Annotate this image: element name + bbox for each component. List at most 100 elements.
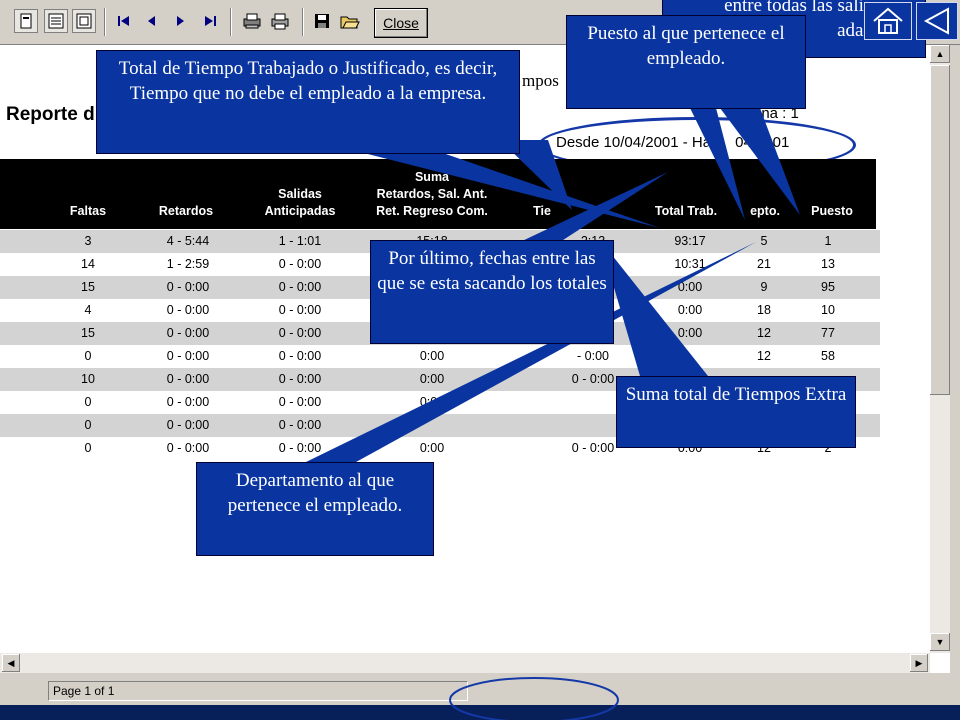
- cell-retardos: 1 - 2:59: [166, 257, 210, 271]
- toolbar-separator: [302, 8, 304, 36]
- zoom-icon[interactable]: [72, 9, 96, 33]
- cell-total-trab: 10:31: [674, 257, 706, 271]
- multi-page-icon[interactable]: [44, 9, 68, 33]
- header-tiempo-extra: Tie: [533, 204, 551, 218]
- cell-retardos: 4 - 5:44: [166, 234, 210, 248]
- cell-salidas: 0 - 0:00: [278, 303, 322, 317]
- cell-salidas: 0 - 0:00: [278, 280, 322, 294]
- cell-total-trab: 0:00: [677, 303, 703, 317]
- slide-bottom-bar: [0, 705, 960, 720]
- cell-salidas: 0 - 0:00: [278, 418, 322, 432]
- cell-total-trab: 0:00: [677, 280, 703, 294]
- cell-retardos: 0 - 0:00: [166, 349, 210, 363]
- report-title: Reporte d: [6, 104, 95, 125]
- header-suma: Suma Retardos, Sal. Ant. Ret. Regreso Co…: [362, 169, 502, 220]
- cell-faltas: 0: [84, 441, 92, 455]
- header-salidas: Salidas Anticipadas: [248, 186, 352, 220]
- print-setup-icon[interactable]: [240, 9, 264, 33]
- callout-fechas: Por último, fechas entre las que se esta…: [370, 240, 614, 344]
- cell-salidas: 0 - 0:00: [278, 372, 322, 386]
- next-page-icon[interactable]: [168, 9, 192, 33]
- header-retardos: Retardos: [158, 204, 214, 218]
- cell-faltas: 0: [84, 395, 92, 409]
- cell-faltas: 3: [84, 234, 92, 248]
- cell-retardos: 0 - 0:00: [166, 441, 210, 455]
- cell-suma: 0:00: [419, 349, 445, 363]
- cell-tiempo-extra: - 0:00: [577, 349, 609, 363]
- header-salidas-line-1: Salidas: [278, 187, 322, 201]
- save-icon[interactable]: [310, 9, 334, 33]
- cell-total-trab: 0:00: [677, 326, 703, 340]
- cell-salidas: 0 - 0:00: [278, 441, 322, 455]
- prev-page-icon[interactable]: [140, 9, 164, 33]
- cell-retardos: 0 - 0:00: [166, 372, 210, 386]
- home-icon: [873, 7, 903, 34]
- cell-suma: 0:00: [419, 395, 445, 409]
- callout-puesto: Puesto al que pertenece el empleado.: [566, 15, 806, 109]
- header-puesto: Puesto: [811, 204, 853, 218]
- cell-depto: 18: [757, 303, 771, 317]
- open-icon[interactable]: [338, 9, 362, 33]
- cell-salidas: 0 - 0:00: [278, 257, 322, 271]
- cell-retardos: 0 - 0:00: [166, 418, 210, 432]
- header-suma-line-2: Retardos, Sal. Ant.: [376, 187, 488, 201]
- cell-depto: 12: [757, 349, 771, 363]
- scroll-right-icon[interactable]: ▶: [910, 654, 928, 672]
- cell-puesto: 1: [824, 234, 832, 248]
- vertical-scroll-thumb[interactable]: [930, 65, 950, 395]
- horizontal-scrollbar[interactable]: ◀ ▶: [0, 653, 930, 673]
- cell-salidas: 1 - 1:01: [278, 234, 322, 248]
- single-page-icon[interactable]: [14, 9, 38, 33]
- tiempos-fragment: mpos: [522, 71, 559, 90]
- cell-suma: 0:00: [419, 441, 445, 455]
- cell-total-trab: 93:17: [674, 234, 706, 248]
- cell-puesto: 77: [821, 326, 835, 340]
- first-page-icon[interactable]: [112, 9, 136, 33]
- cell-depto: 21: [757, 257, 771, 271]
- cell-faltas: 15: [81, 280, 95, 294]
- cell-retardos: 0 - 0:00: [166, 303, 210, 317]
- header-faltas: Faltas: [69, 204, 107, 218]
- toolbar-separator: [230, 8, 232, 36]
- cell-salidas: 0 - 0:00: [278, 349, 322, 363]
- vertical-scrollbar[interactable]: ▲ ▼: [930, 45, 950, 653]
- cell-depto: 12: [757, 326, 771, 340]
- print-icon[interactable]: [268, 9, 292, 33]
- cell-faltas: 0: [84, 349, 92, 363]
- table-header: Faltas Retardos Salidas Anticipadas Suma…: [0, 159, 876, 229]
- cell-faltas: 14: [81, 257, 95, 271]
- header-total-trab: Total Trab.: [654, 204, 718, 218]
- window-edge: [950, 45, 960, 705]
- header-depto: epto.: [750, 204, 780, 218]
- cell-retardos: 0 - 0:00: [166, 326, 210, 340]
- callout-departamento: Departamento al que pertenece el emplead…: [196, 462, 434, 556]
- cell-retardos: 0 - 0:00: [166, 280, 210, 294]
- scroll-left-icon[interactable]: ◀: [2, 654, 20, 672]
- table-row: 0 0 - 0:00 0 - 0:00 0:00 - 0:00 12 58: [0, 345, 880, 368]
- status-bar: Page 1 of 1: [0, 673, 960, 705]
- cell-puesto: 95: [821, 280, 835, 294]
- cell-puesto: 58: [821, 349, 835, 363]
- header-salidas-line-2: Anticipadas: [264, 204, 336, 218]
- cell-faltas: 4: [84, 303, 92, 317]
- cell-depto: 5: [760, 234, 768, 248]
- cell-faltas: 0: [84, 418, 92, 432]
- cell-suma: 0:00: [419, 372, 445, 386]
- cell-salidas: 0 - 0:00: [278, 395, 322, 409]
- header-suma-line-3: Ret. Regreso Com.: [376, 204, 488, 218]
- report-viewer-slide: Close Reporte d mpos ina : 1 Desde 10/04…: [0, 0, 960, 720]
- last-page-icon[interactable]: [198, 9, 222, 33]
- cell-salidas: 0 - 0:00: [278, 326, 322, 340]
- cell-puesto: 13: [821, 257, 835, 271]
- home-button[interactable]: [864, 2, 912, 40]
- back-button[interactable]: [916, 2, 958, 40]
- scroll-down-icon[interactable]: ▼: [930, 633, 950, 651]
- page-status: Page 1 of 1: [48, 681, 468, 701]
- close-button[interactable]: Close: [374, 8, 428, 38]
- cell-retardos: 0 - 0:00: [166, 395, 210, 409]
- back-triangle-icon: [923, 7, 949, 35]
- scroll-up-icon[interactable]: ▲: [930, 45, 950, 63]
- cell-depto: 9: [760, 280, 768, 294]
- cell-faltas: 15: [81, 326, 95, 340]
- callout-tiempos-extra: Suma total de Tiempos Extra: [616, 376, 856, 448]
